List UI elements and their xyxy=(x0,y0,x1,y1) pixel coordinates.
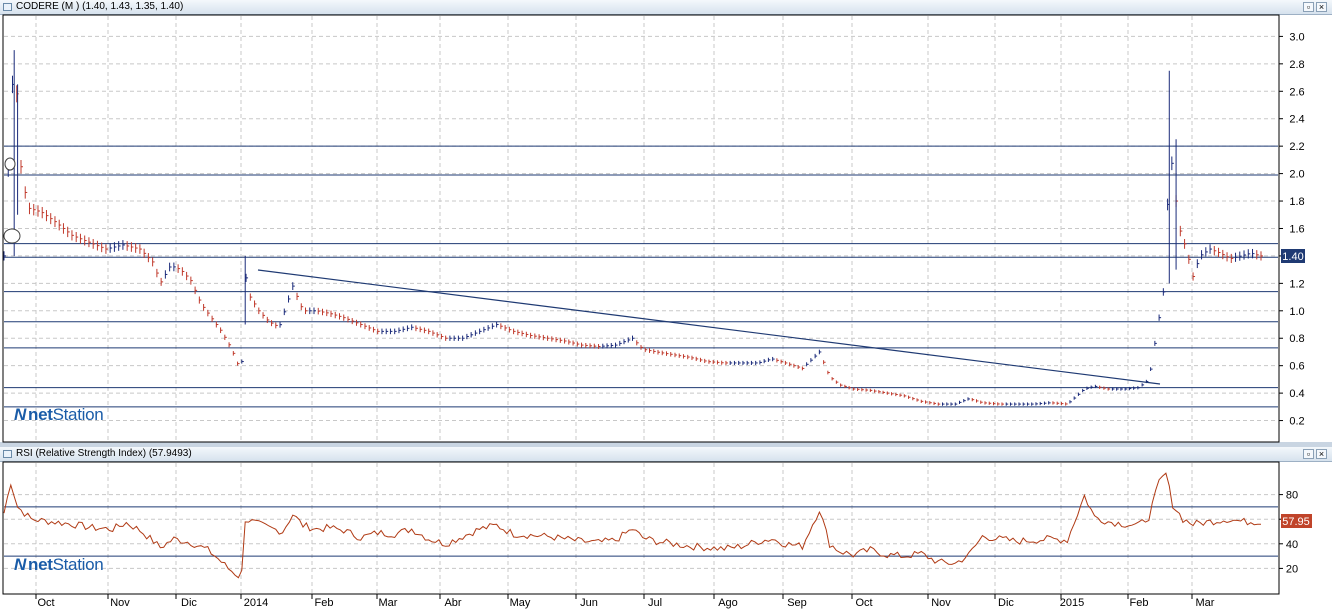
price-y-axis: 3.02.82.62.42.22.01.81.61.41.21.00.80.60… xyxy=(1279,31,1305,428)
x-tick-label: 2014 xyxy=(244,597,268,609)
x-tick-label: Jul xyxy=(648,597,662,609)
price-tick-label: 1.2 xyxy=(1289,278,1304,290)
price-tick-label: 0.8 xyxy=(1289,333,1304,345)
price-tick-label: 0.6 xyxy=(1289,361,1304,373)
rsi-y-axis: 80604020 xyxy=(1279,490,1298,575)
rsi-plot-area xyxy=(2,461,1280,595)
x-tick-label: Nov xyxy=(110,597,130,609)
x-tick-label: Nov xyxy=(931,597,951,609)
netstation-logo-icon: N xyxy=(14,555,26,574)
logo-text-net: net xyxy=(27,555,53,574)
price-tick-label: 2.6 xyxy=(1289,86,1304,98)
price-tick-label: 1.0 xyxy=(1289,306,1304,318)
price-last-value-tag: 1.40 xyxy=(1281,249,1305,263)
rsi-tick-label: 80 xyxy=(1286,490,1298,502)
price-tick-label: 2.0 xyxy=(1289,169,1304,181)
x-tick-label: Ago xyxy=(718,597,738,609)
x-tick-label: Dic xyxy=(181,597,197,609)
rsi-last-value: 57.95 xyxy=(1282,516,1310,528)
price-tick-label: 3.0 xyxy=(1289,31,1304,43)
x-tick-label: Mar xyxy=(1196,597,1215,609)
x-tick-label: Oct xyxy=(37,597,54,609)
logo-text-station: Station xyxy=(52,405,104,424)
rsi-tick-label: 20 xyxy=(1286,563,1298,575)
logo-text-station: Station xyxy=(52,555,104,574)
price-tick-label: 2.4 xyxy=(1289,114,1304,126)
x-tick-label: Abr xyxy=(444,597,461,609)
netstation-logo: N net Station xyxy=(14,405,104,425)
netstation-logo: N net Station xyxy=(14,555,104,575)
x-tick-label: Feb xyxy=(315,597,334,609)
logo-text-net: net xyxy=(27,405,53,424)
rsi-tick-label: 40 xyxy=(1286,539,1298,551)
price-tick-label: 1.6 xyxy=(1289,223,1304,235)
price-tick-label: 2.2 xyxy=(1289,141,1304,153)
price-tick-label: 0.2 xyxy=(1289,416,1304,428)
x-tick-label: Dic xyxy=(998,597,1014,609)
x-tick-label: Feb xyxy=(1130,597,1149,609)
price-marker xyxy=(3,228,21,244)
x-tick-label: Sep xyxy=(787,597,807,609)
x-tick-label: Mar xyxy=(379,597,398,609)
price-tick-label: 0.4 xyxy=(1289,388,1304,400)
x-tick-label: May xyxy=(510,597,531,609)
price-tick-label: 2.8 xyxy=(1289,59,1304,71)
price-tick-label: 1.8 xyxy=(1289,196,1304,208)
netstation-logo-icon: N xyxy=(14,405,26,424)
rsi-last-value-tag: 57.95 xyxy=(1281,514,1312,528)
x-axis: Oct Nov Dic 2014 Feb Mar Abr May Jun Jul Ago Sep Oct… xyxy=(35,594,1215,609)
x-tick-label: Jun xyxy=(580,597,598,609)
x-tick-label: Oct xyxy=(855,597,872,609)
price-marker xyxy=(4,157,16,171)
x-tick-label: 2015 xyxy=(1060,597,1084,609)
price-last-value: 1.40 xyxy=(1282,251,1303,263)
chart-canvas[interactable]: 3.02.82.62.42.22.01.81.61.41.21.00.80.60… xyxy=(0,0,1332,610)
